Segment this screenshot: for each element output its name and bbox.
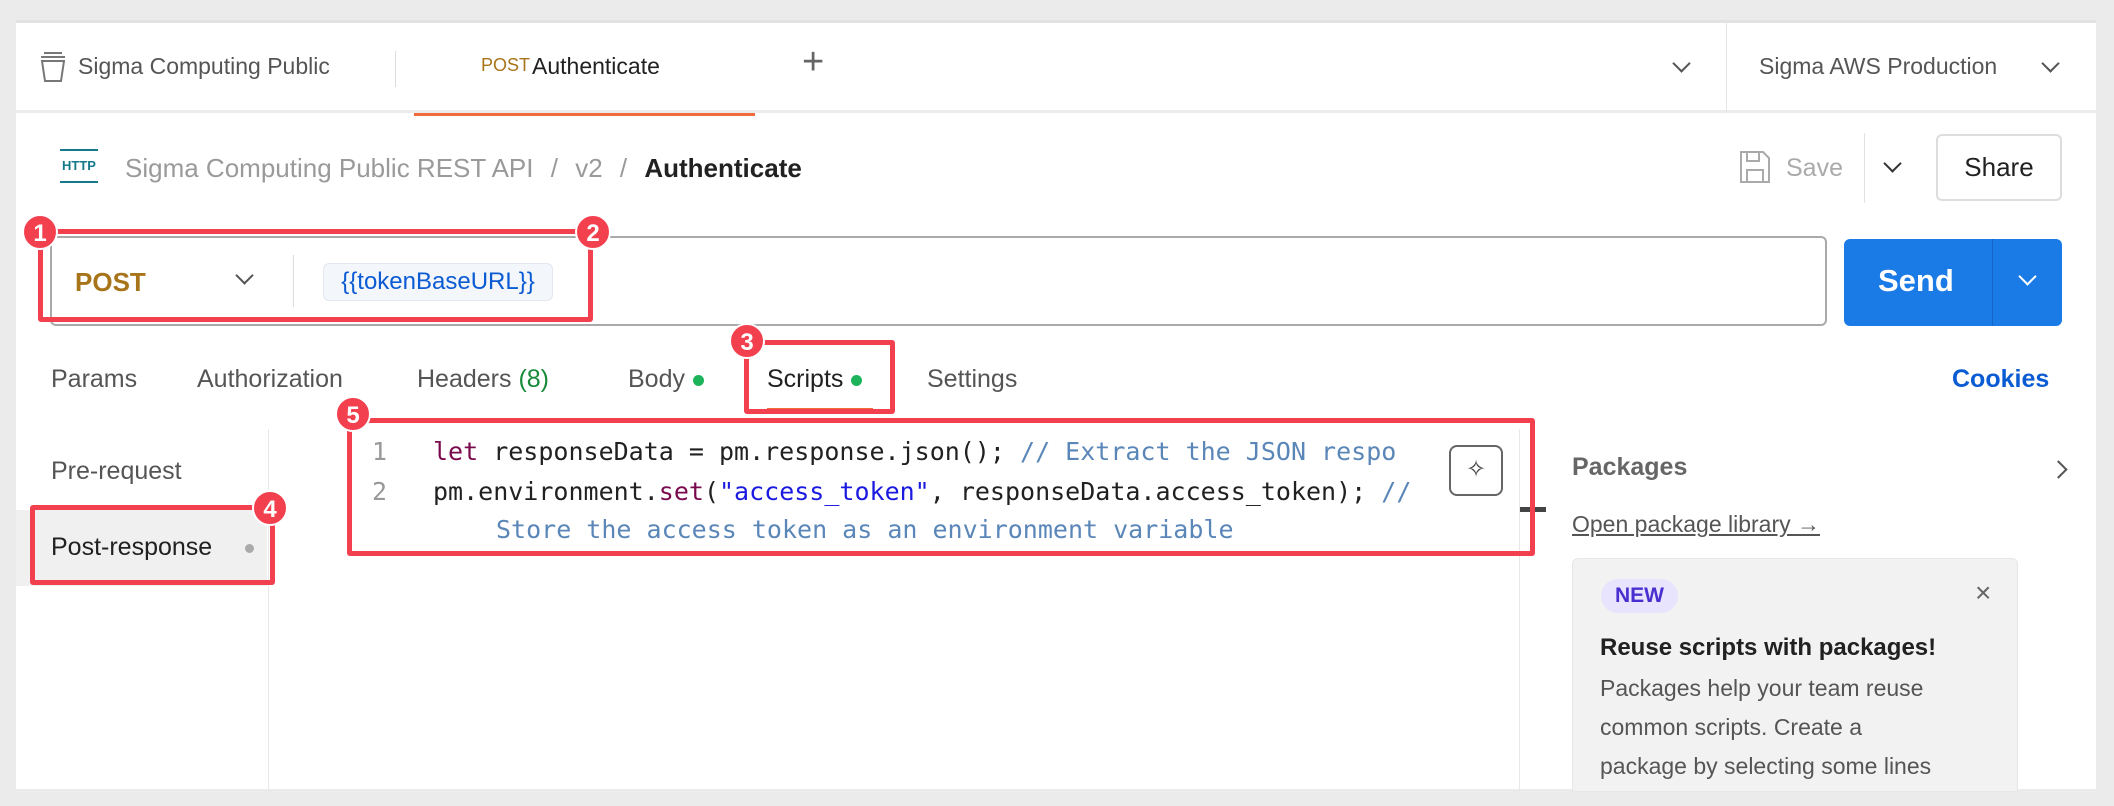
headers-count: (8)	[518, 365, 550, 393]
breadcrumb-request: Authenticate	[644, 153, 802, 183]
send-options-chevron-icon[interactable]	[2018, 267, 2037, 286]
packages-title: Packages	[1572, 453, 1688, 481]
breadcrumb-sep: /	[550, 153, 558, 183]
tab-authenticate[interactable]: POST Authenticate	[414, 23, 755, 116]
workspace-name[interactable]: Sigma Computing Public	[78, 53, 330, 80]
status-dot	[692, 374, 704, 386]
divider	[1726, 23, 1727, 113]
annotation-box-4	[30, 505, 275, 585]
tab-headers[interactable]: Headers (8)	[417, 365, 549, 394]
app-window: Sigma Computing Public POST Authenticate…	[16, 20, 2096, 792]
tab-authorization[interactable]: Authorization	[197, 365, 343, 394]
divider	[1864, 133, 1865, 203]
breadcrumb-folder[interactable]: v2	[575, 153, 602, 183]
annotation-badge: 2	[575, 214, 611, 250]
save-icon	[1740, 151, 1770, 183]
send-button-group: Send	[1844, 239, 2062, 326]
tab-method: POST	[481, 55, 531, 75]
new-tab-button[interactable]: +	[802, 41, 824, 84]
tab-settings[interactable]: Settings	[927, 365, 1017, 394]
packages-card: NEW × Reuse scripts with packages! Packa…	[1572, 558, 2018, 792]
tab-name: Authenticate	[532, 53, 660, 79]
divider	[268, 429, 269, 792]
open-package-library-link[interactable]: Open package library →	[1572, 511, 1820, 538]
annotation-badge: 1	[22, 214, 58, 250]
share-button[interactable]: Share	[1936, 134, 2062, 201]
save-options-chevron-icon[interactable]	[1883, 154, 1902, 173]
annotation-box-3	[744, 340, 895, 414]
divider	[395, 51, 396, 87]
annotation-badge: 5	[335, 396, 371, 432]
annotation-box-1-2	[38, 229, 593, 322]
active-tab-underline	[414, 113, 755, 116]
annotation-badge: 4	[252, 490, 288, 526]
http-icon: HTTP	[60, 149, 98, 183]
tab-body[interactable]: Body	[628, 365, 704, 394]
breadcrumb: Sigma Computing Public REST API / v2 / A…	[125, 153, 802, 184]
card-body: common scripts. Create a	[1600, 714, 1863, 740]
breadcrumb-collection[interactable]: Sigma Computing Public REST API	[125, 153, 533, 183]
card-title: Reuse scripts with packages!	[1600, 634, 1937, 661]
chevron-right-icon[interactable]	[2049, 460, 2068, 479]
card-body: package by selecting some lines	[1600, 753, 1932, 779]
save-button[interactable]: Save	[1786, 154, 1843, 183]
annotation-box-5	[347, 418, 1535, 556]
annotation-badge: 3	[729, 323, 765, 359]
cookies-link[interactable]: Cookies	[1952, 365, 2049, 394]
workspace-icon	[40, 52, 66, 82]
sidebar-item-pre-request[interactable]: Pre-request	[51, 457, 182, 486]
send-button[interactable]: Send	[1878, 263, 1954, 299]
environment-selector[interactable]: Sigma AWS Production	[1759, 53, 1997, 80]
close-icon[interactable]: ×	[1975, 577, 1991, 609]
divider	[1992, 239, 1993, 326]
new-badge: NEW	[1601, 579, 1678, 613]
tab-params[interactable]: Params	[51, 365, 137, 394]
breadcrumb-sep: /	[619, 153, 628, 183]
card-body: Packages help your team reuse	[1600, 675, 1924, 701]
